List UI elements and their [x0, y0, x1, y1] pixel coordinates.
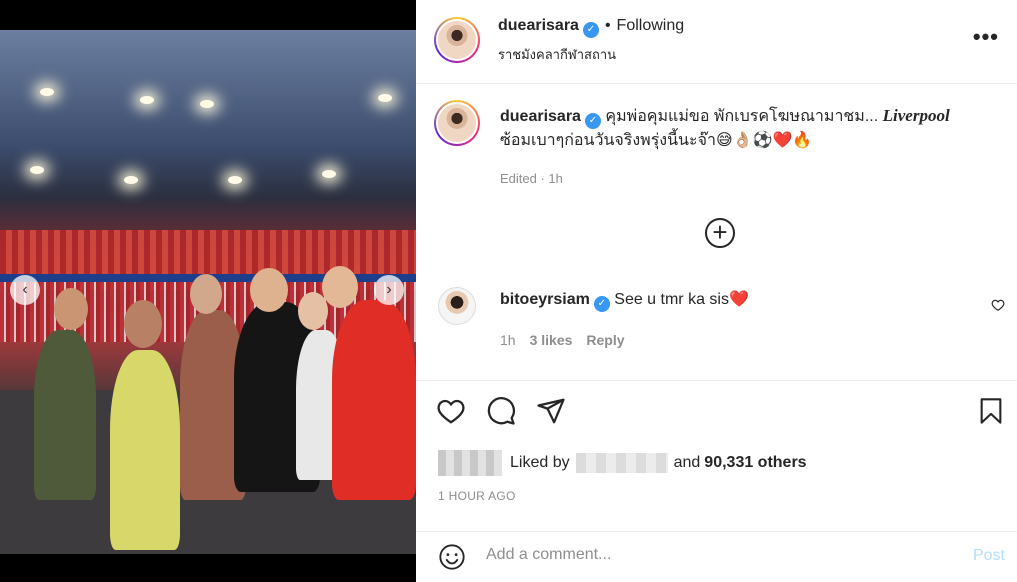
post-details-panel: duearisara ✓ • Following ราชมังคลากีฬาสถาน …	[416, 0, 1017, 582]
person-head	[298, 292, 328, 330]
likes-summary: Liked by and 90,331 others	[438, 450, 811, 476]
comment-likes[interactable]: 3 likes	[530, 332, 573, 348]
carousel-prev-button[interactable]: ‹	[10, 275, 40, 305]
author-avatar[interactable]	[434, 17, 480, 63]
caption-emphasis: Liverpool	[882, 106, 950, 125]
comment: bitoeyrsiam ✓ See u tmr ka sis❤️	[500, 289, 749, 312]
comment-composer: Post	[416, 531, 1017, 582]
caption-text-line2: ซ้อมเบาๆก่อนวันจริงพรุ่งนี้นะจ๊า😅👌🏼⚽️❤️🔥	[500, 132, 813, 149]
commenter-avatar[interactable]	[438, 287, 476, 325]
reply-button[interactable]: Reply	[586, 332, 624, 348]
verified-badge-icon: ✓	[584, 113, 601, 129]
separator-dot: •	[604, 17, 611, 34]
person	[34, 330, 96, 500]
likes-prefix: Liked by	[510, 454, 570, 471]
author-username[interactable]: duearisara	[498, 17, 579, 34]
person-head	[190, 274, 222, 314]
share-icon[interactable]	[536, 396, 566, 426]
caption-text: คุมพ่อคุมแม่ขอ พักเบรคโฆษณามาชม...	[605, 108, 879, 125]
author-line: duearisara ✓ • Following	[498, 17, 684, 38]
caption-author-avatar[interactable]	[434, 100, 480, 146]
stadium-light	[140, 96, 154, 104]
stadium-light	[40, 88, 54, 96]
caption: duearisara ✓ คุมพ่อคุมแม่ขอ พักเบรคโฆษณาม…	[500, 104, 1000, 152]
caption-edited-time: Edited · 1h	[500, 171, 563, 186]
post-photo[interactable]	[0, 30, 416, 554]
caption-username[interactable]: duearisara	[500, 108, 581, 125]
commenter-username[interactable]: bitoeyrsiam	[500, 291, 590, 308]
add-comment-input[interactable]	[486, 546, 946, 564]
comment-time[interactable]: 1h	[500, 332, 516, 348]
stadium-light	[124, 176, 138, 184]
person	[332, 300, 416, 500]
liker-name[interactable]	[575, 453, 668, 473]
person-head	[322, 266, 358, 308]
stadium-light	[228, 176, 242, 184]
likes-and: and	[673, 454, 701, 471]
carousel-next-button[interactable]: ›	[374, 275, 404, 305]
comment-text: See u tmr ka sis❤️	[614, 291, 749, 308]
verified-badge-icon: ✓	[593, 296, 610, 312]
person-head	[250, 268, 288, 312]
liker-avatar[interactable]	[438, 450, 502, 476]
comment-icon[interactable]	[486, 396, 516, 426]
post-media-panel: ‹ ›	[0, 0, 416, 582]
post-comment-button[interactable]: Post	[973, 547, 1005, 565]
heart-icon[interactable]	[436, 396, 466, 426]
verified-badge-icon: ✓	[582, 22, 599, 38]
post-actions	[436, 396, 566, 426]
divider	[416, 380, 1017, 381]
bookmark-icon[interactable]	[977, 396, 1005, 426]
plus-circle-icon[interactable]: +	[705, 218, 735, 248]
stadium-light	[200, 100, 214, 108]
post-time-ago[interactable]: 1 HOUR AGO	[438, 489, 516, 503]
more-options-icon[interactable]: •••	[973, 24, 999, 50]
likes-count[interactable]: 90,331 others	[704, 454, 806, 472]
following-button[interactable]: Following	[617, 17, 685, 34]
post-location[interactable]: ราชมังคลากีฬาสถาน	[498, 44, 616, 65]
post-header: duearisara ✓ • Following ราชมังคลากีฬาสถาน …	[416, 0, 1017, 84]
comment-like-heart-icon[interactable]	[991, 298, 1005, 315]
person-head	[124, 300, 162, 348]
stadium-light	[378, 94, 392, 102]
person	[110, 350, 180, 550]
stadium-light	[322, 170, 336, 178]
emoji-icon[interactable]	[438, 543, 466, 571]
stadium-light	[30, 166, 44, 174]
person-head	[54, 288, 88, 330]
comment-meta: 1h 3 likes Reply	[500, 332, 639, 348]
